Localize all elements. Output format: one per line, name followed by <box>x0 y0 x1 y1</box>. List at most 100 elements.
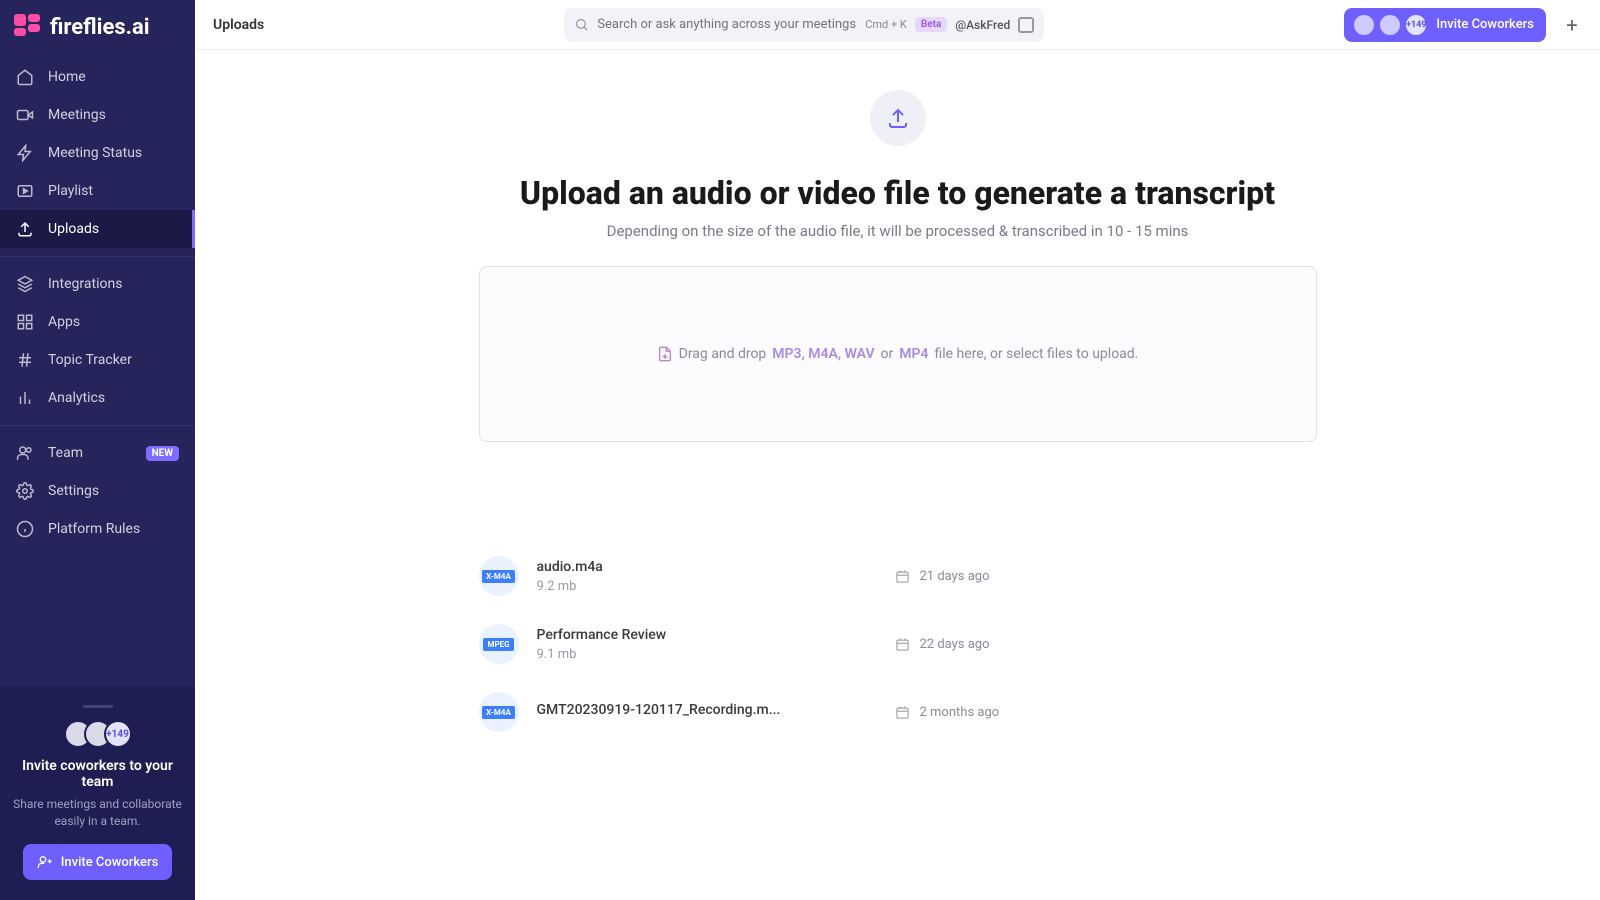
invite-panel-title: Invite coworkers to your team <box>10 758 185 790</box>
drop-text-or: or <box>881 346 894 362</box>
invite-panel: +149 Invite coworkers to your team Share… <box>0 687 195 900</box>
sidebar-item-label: Playlist <box>48 183 93 199</box>
shortcut-hint: Cmd + K <box>865 18 907 31</box>
invite-coworkers-button[interactable]: Invite Coworkers <box>23 844 173 880</box>
file-name: audio.m4a <box>537 559 857 575</box>
top-invite-label: Invite Coworkers <box>1436 17 1534 32</box>
file-badge: X-M4A <box>482 570 515 583</box>
askfred-label: @AskFred <box>955 18 1010 32</box>
nav-primary: Home Meetings Meeting Status Playlist Up… <box>0 58 195 248</box>
file-badge: MPEG <box>483 638 513 651</box>
layers-icon <box>16 275 34 293</box>
brand-logo[interactable]: fireflies.ai <box>0 0 195 58</box>
nav-tertiary: Team NEW Settings Platform Rules <box>0 434 195 548</box>
file-row[interactable]: X-M4A GMT20230919-120117_Recording.m... … <box>479 678 1317 737</box>
calendar-icon <box>895 705 910 720</box>
file-date: 22 days ago <box>895 637 990 652</box>
search-input[interactable] <box>597 17 857 32</box>
sidebar-item-label: Team <box>48 445 83 461</box>
new-badge: NEW <box>146 446 179 461</box>
grid-icon <box>16 313 34 331</box>
sidebar-item-label: Meeting Status <box>48 145 142 161</box>
sidebar-item-topic-tracker[interactable]: Topic Tracker <box>0 341 195 379</box>
main: Uploads Cmd + K Beta @AskFred +149 Invit… <box>195 0 1600 737</box>
sidebar-item-platform-rules[interactable]: Platform Rules <box>0 510 195 548</box>
nav-divider <box>0 256 195 257</box>
upload-arrow-icon <box>886 106 910 130</box>
file-list: X-M4A audio.m4a 9.2 mb 21 days ago MPEG … <box>479 542 1317 737</box>
video-icon <box>16 106 34 124</box>
sidebar-item-integrations[interactable]: Integrations <box>0 265 195 303</box>
nav-secondary: Integrations Apps Topic Tracker Analytic… <box>0 265 195 417</box>
file-date: 2 months ago <box>895 705 1000 720</box>
drag-handle-icon[interactable] <box>83 705 113 708</box>
sidebar-item-label: Home <box>48 69 86 85</box>
sidebar-item-team[interactable]: Team NEW <box>0 434 195 472</box>
calendar-icon <box>895 569 910 584</box>
file-row[interactable]: X-M4A audio.m4a 9.2 mb 21 days ago <box>479 542 1317 610</box>
file-size: 9.2 mb <box>537 579 857 594</box>
avatar <box>1378 13 1402 37</box>
upload-icon <box>16 220 34 238</box>
sidebar-item-label: Meetings <box>48 107 106 123</box>
sidebar-item-apps[interactable]: Apps <box>0 303 195 341</box>
team-icon <box>16 444 34 462</box>
hash-icon <box>16 351 34 369</box>
sidebar-item-label: Platform Rules <box>48 521 140 537</box>
sidebar-item-label: Settings <box>48 483 99 499</box>
info-icon <box>16 520 34 538</box>
file-upload-icon <box>657 346 673 362</box>
sidebar-item-settings[interactable]: Settings <box>0 472 195 510</box>
file-badge: X-M4A <box>482 706 515 719</box>
content: Upload an audio or video file to generat… <box>195 50 1600 737</box>
nav-divider <box>0 425 195 426</box>
drop-formats-audio: MP3, M4A, WAV <box>772 346 874 362</box>
avatar <box>1352 13 1376 37</box>
beta-badge: Beta <box>915 17 948 32</box>
sidebar-item-meeting-status[interactable]: Meeting Status <box>0 134 195 172</box>
invite-panel-subtitle: Share meetings and collaborate easily in… <box>10 796 185 830</box>
fireflies-logo-icon <box>14 14 40 40</box>
top-invite-button[interactable]: +149 Invite Coworkers <box>1344 8 1546 42</box>
sidebar-item-label: Integrations <box>48 276 122 292</box>
bolt-icon <box>16 144 34 162</box>
dropzone[interactable]: Drag and drop MP3, M4A, WAV or MP4 file … <box>479 266 1317 442</box>
file-type-icon: MPEG <box>479 624 519 664</box>
avatar-count: +149 <box>104 720 132 748</box>
bars-icon <box>16 389 34 407</box>
file-size: 9.1 mb <box>537 647 857 662</box>
drop-formats-video: MP4 <box>899 346 928 362</box>
sidebar-item-label: Apps <box>48 314 80 330</box>
sidebar-item-uploads[interactable]: Uploads <box>0 210 195 248</box>
headline: Upload an audio or video file to generat… <box>195 174 1600 212</box>
drop-text-pre: Drag and drop <box>679 346 767 362</box>
search-box[interactable]: Cmd + K Beta @AskFred <box>564 8 1044 42</box>
gear-icon <box>16 482 34 500</box>
sidebar-item-playlist[interactable]: Playlist <box>0 172 195 210</box>
sidebar-item-meetings[interactable]: Meetings <box>0 96 195 134</box>
sidebar-item-analytics[interactable]: Analytics <box>0 379 195 417</box>
file-type-icon: X-M4A <box>479 556 519 596</box>
calendar-icon <box>895 637 910 652</box>
sidebar-item-label: Analytics <box>48 390 105 406</box>
upload-hero-icon <box>870 90 926 146</box>
file-name: Performance Review <box>537 627 857 643</box>
add-button[interactable]: + <box>1558 11 1586 39</box>
invite-button-label: Invite Coworkers <box>61 855 159 870</box>
file-row[interactable]: MPEG Performance Review 9.1 mb 22 days a… <box>479 610 1317 678</box>
page-title: Uploads <box>209 17 264 33</box>
file-date-text: 22 days ago <box>920 637 990 652</box>
sidebar-item-home[interactable]: Home <box>0 58 195 96</box>
brand-name: fireflies.ai <box>50 15 150 40</box>
file-date-text: 21 days ago <box>920 569 990 584</box>
square-icon[interactable] <box>1018 17 1034 33</box>
sidebar-item-label: Uploads <box>48 221 99 237</box>
topbar: Uploads Cmd + K Beta @AskFred +149 Invit… <box>195 0 1600 50</box>
sidebar: fireflies.ai Home Meetings Meeting Statu… <box>0 0 195 900</box>
drop-text-post: file here, or select files to upload. <box>935 346 1139 362</box>
file-date-text: 2 months ago <box>920 705 1000 720</box>
file-name: GMT20230919-120117_Recording.m... <box>537 702 857 718</box>
home-icon <box>16 68 34 86</box>
file-type-icon: X-M4A <box>479 692 519 732</box>
sidebar-item-label: Topic Tracker <box>48 352 132 368</box>
